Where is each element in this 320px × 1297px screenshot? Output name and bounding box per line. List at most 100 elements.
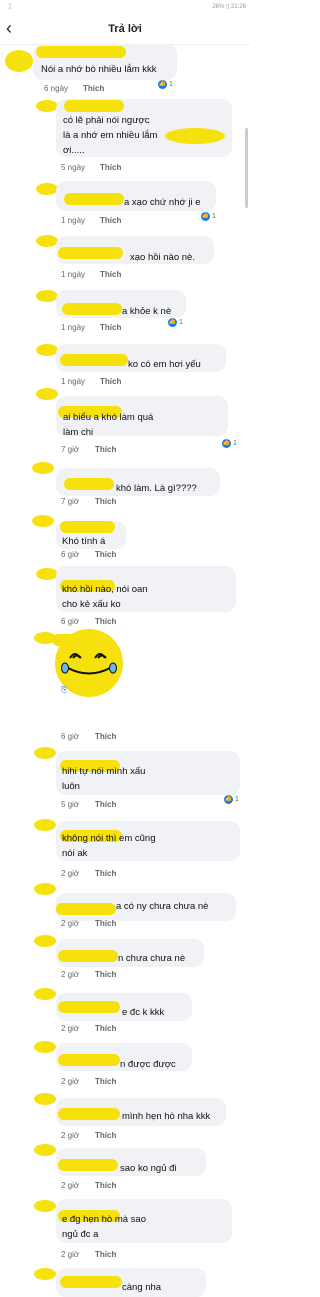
like-button[interactable]: Thích	[95, 1077, 116, 1086]
commenter-name[interactable]	[58, 950, 118, 962]
like-button[interactable]: Thích	[100, 216, 121, 225]
commenter-name[interactable]	[60, 1276, 122, 1288]
comment-time: 2 giờ	[61, 869, 80, 878]
commenter-name[interactable]	[62, 303, 122, 315]
avatar[interactable]	[34, 1093, 56, 1105]
comment-time: 5 ngày	[61, 163, 86, 172]
comment-time: 1 ngày	[61, 270, 86, 279]
like-button[interactable]: Thích	[95, 1181, 116, 1190]
avatar[interactable]	[34, 1200, 56, 1212]
like-button[interactable]: Thích	[95, 445, 116, 454]
avatar[interactable]	[36, 568, 58, 580]
commenter-name[interactable]	[56, 903, 116, 915]
like-button[interactable]: Thích	[95, 1024, 116, 1033]
avatar[interactable]	[36, 344, 58, 356]
like-button[interactable]: Thích	[95, 1250, 116, 1259]
commenter-name[interactable]	[36, 46, 126, 58]
like-button[interactable]: Thích	[83, 84, 104, 93]
like-button[interactable]: Thích	[100, 377, 121, 386]
scrollbar[interactable]	[245, 128, 248, 208]
comment-text: xạo hồi nào nè.	[130, 252, 195, 263]
comment-text: càng nha	[122, 1282, 162, 1293]
comment-time: 6 giờ	[61, 732, 80, 741]
avatar[interactable]	[34, 988, 56, 1000]
comment-time: 2 giờ	[61, 970, 80, 979]
avatar[interactable]	[34, 1041, 56, 1053]
comment-text: a có ny chưa chưa nè	[116, 901, 209, 912]
comment-time: 5 giờ	[61, 800, 80, 809]
commenter-name[interactable]	[58, 1108, 120, 1120]
avatar[interactable]	[36, 388, 58, 400]
like-button[interactable]: Thích	[95, 800, 116, 809]
comment-text: hihi tự nói mình xấu luôn	[62, 766, 146, 792]
signal-icon: ⁒	[8, 2, 12, 11]
comment-time: 7 giờ	[61, 497, 80, 506]
avatar[interactable]	[34, 935, 56, 947]
commenter-name[interactable]	[58, 247, 123, 259]
comment-time: 7 giờ	[61, 445, 80, 454]
avatar[interactable]	[5, 50, 33, 72]
avatar[interactable]	[34, 747, 56, 759]
reaction-count: 1	[179, 319, 183, 326]
avatar[interactable]	[36, 235, 58, 247]
comment-time: 1 ngày	[61, 216, 86, 225]
comment-time: 2 giờ	[61, 1077, 80, 1086]
comment-text: n chưa chưa nè	[118, 953, 186, 964]
comment-time: 2 giờ	[61, 1181, 80, 1190]
like-button[interactable]: Thích	[95, 617, 116, 626]
comment-text: khó hồi nào, nói oan cho kẻ xấu ko	[62, 584, 148, 610]
commenter-name[interactable]	[60, 521, 115, 533]
commenter-name[interactable]	[58, 1159, 118, 1171]
comment-text: a khỏe k nè	[122, 306, 172, 317]
avatar[interactable]	[34, 819, 56, 831]
avatar[interactable]	[36, 100, 58, 112]
like-button[interactable]: Thích	[95, 550, 116, 559]
like-button[interactable]: Thích	[95, 919, 116, 928]
avatar[interactable]	[34, 883, 56, 895]
comment-time: 1 ngày	[61, 377, 86, 386]
like-button[interactable]: Thích	[100, 323, 121, 332]
avatar[interactable]	[34, 1144, 56, 1156]
comment-time: 6 giờ	[61, 617, 80, 626]
like-button[interactable]: Thích	[95, 732, 116, 741]
avatar[interactable]	[36, 183, 58, 195]
commenter-name[interactable]	[64, 193, 124, 205]
like-button[interactable]: Thích	[95, 970, 116, 979]
comment-text: Nói a nhớ bò nhiều lắm kkk	[41, 64, 157, 75]
comment-text: e đc k kkk	[122, 1007, 165, 1018]
comment-time: 2 giờ	[61, 1024, 80, 1033]
commenter-name[interactable]	[64, 100, 124, 112]
like-reaction-icon: 👍	[201, 212, 210, 221]
status-right: 26% ▯ 21:26	[212, 4, 246, 10]
commenter-name[interactable]	[64, 478, 114, 490]
avatar[interactable]	[32, 515, 54, 527]
avatar[interactable]	[36, 290, 58, 302]
like-reaction-icon: 👍	[158, 80, 167, 89]
comment-text: khó làm. Là gì????	[116, 483, 197, 494]
comment-text: Khó tính á	[62, 536, 106, 547]
like-button[interactable]: Thích	[95, 1131, 116, 1140]
comment-time: 6 ngày	[44, 84, 69, 93]
comment-time: 6 giờ	[61, 550, 80, 559]
like-reaction-icon: 👍	[168, 318, 177, 327]
commenter-name[interactable]	[58, 1054, 120, 1066]
like-button[interactable]: Thích	[100, 270, 121, 279]
like-button[interactable]: Thích	[95, 869, 116, 878]
comment-time: 2 giờ	[61, 1131, 80, 1140]
comment-text: e đg hẹn hò mà sao ngủ đc a	[62, 1214, 146, 1240]
redaction-blob	[165, 128, 225, 144]
like-button[interactable]: Thích	[100, 163, 121, 172]
avatar[interactable]	[32, 462, 54, 474]
reaction-count: 1	[212, 213, 216, 220]
reaction-count: 1	[169, 81, 173, 88]
commenter-name[interactable]	[60, 354, 128, 366]
comment-text: ko có em hơi yếu	[128, 359, 201, 370]
comment-text: sao ko ngủ đi	[120, 1163, 177, 1174]
like-reaction-icon: 👍	[224, 795, 233, 804]
commenter-name[interactable]	[58, 1001, 120, 1013]
page-title: Trả lời	[108, 23, 142, 35]
avatar[interactable]	[34, 1268, 56, 1280]
like-reaction-icon: 👍	[222, 439, 231, 448]
reaction-count: 1	[233, 440, 237, 447]
like-button[interactable]: Thích	[95, 497, 116, 506]
